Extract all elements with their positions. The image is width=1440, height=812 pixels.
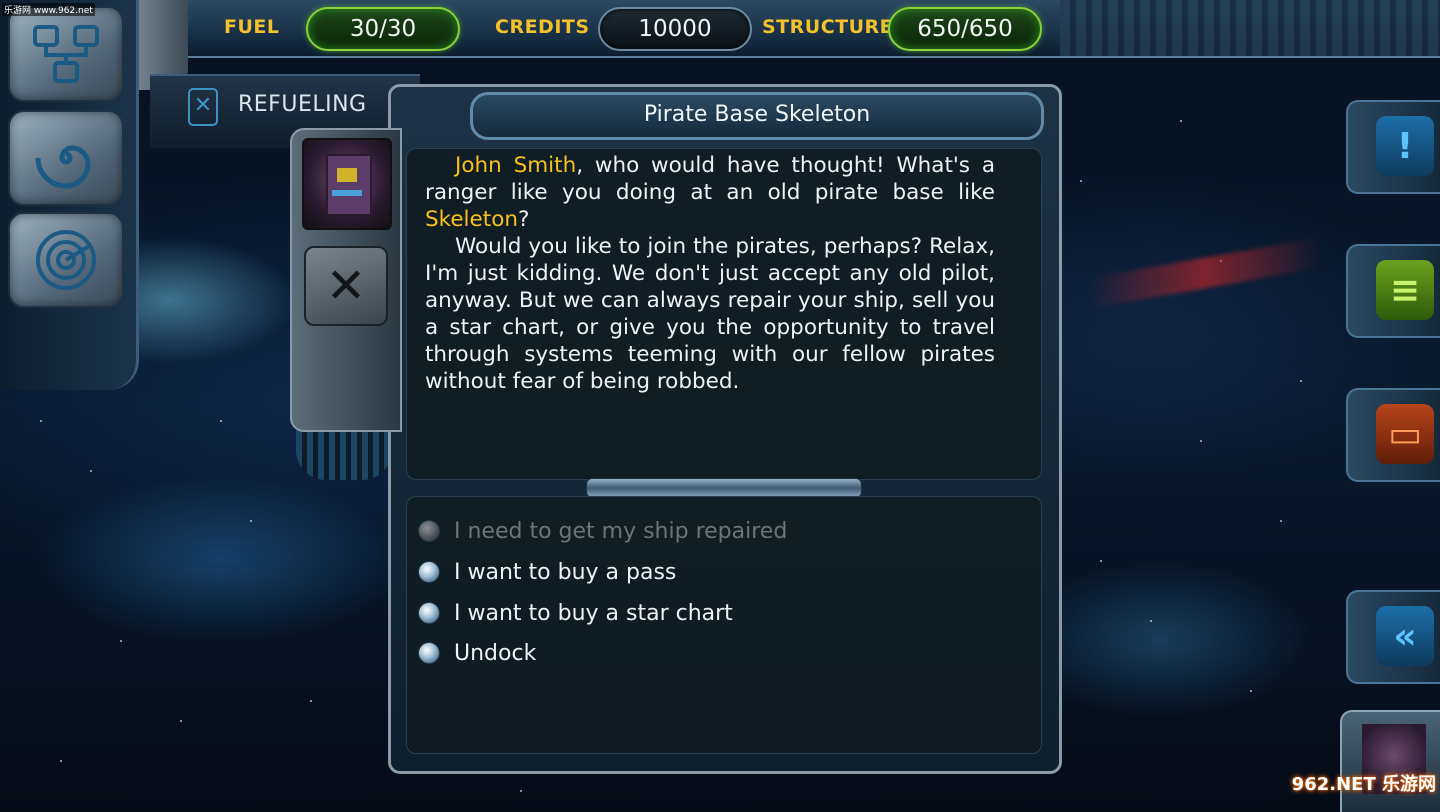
- star: [1080, 180, 1082, 182]
- dialog-para1-end: ?: [517, 207, 530, 232]
- choice-bullet-icon: [418, 602, 440, 624]
- speaker-name: John Smith: [455, 153, 577, 178]
- panel-divider: [586, 478, 862, 498]
- star: [310, 700, 312, 702]
- choice-bullet-icon: [418, 642, 440, 664]
- galaxy-map-button[interactable]: [8, 6, 124, 102]
- star: [1150, 620, 1152, 622]
- choice-undock[interactable]: Undock: [418, 637, 536, 669]
- structure-label: STRUCTURE: [762, 16, 894, 38]
- star: [120, 640, 122, 642]
- star: [180, 720, 182, 722]
- robot-figure: [326, 154, 372, 216]
- choice-buy-pass[interactable]: I want to buy a pass: [418, 556, 676, 588]
- chat-icon: ▭: [1376, 404, 1434, 464]
- hud-pipes-decoration: [1060, 0, 1440, 56]
- choice-bullet-icon: [418, 520, 440, 542]
- watermark-top-left: 乐游网 www.962.net: [2, 3, 95, 16]
- messages-button[interactable]: ▭: [1346, 388, 1440, 482]
- location-tab-label: REFUELING: [238, 92, 367, 117]
- choice-repair-ship: I need to get my ship repaired: [418, 515, 787, 547]
- alert-icon: !: [1376, 116, 1434, 176]
- star: [90, 470, 92, 472]
- back-button[interactable]: «: [1346, 590, 1440, 684]
- close-button[interactable]: ✕: [304, 246, 388, 326]
- choice-label: Undock: [454, 640, 537, 666]
- star: [1250, 690, 1252, 692]
- choice-buy-star-chart[interactable]: I want to buy a star chart: [418, 597, 733, 629]
- star: [250, 520, 252, 522]
- choice-label: I need to get my ship repaired: [454, 518, 788, 544]
- player-ship-button[interactable]: [1340, 710, 1440, 812]
- alerts-button[interactable]: !: [1346, 100, 1440, 194]
- base-name: Skeleton: [425, 207, 518, 232]
- credits-label: CREDITS: [495, 16, 590, 38]
- star: [1280, 520, 1282, 522]
- speaker-portrait: [302, 138, 392, 230]
- dialog-title: Pirate Base Skeleton: [470, 92, 1044, 140]
- star: [220, 420, 222, 422]
- choice-bullet-icon: [418, 561, 440, 583]
- fuel-label: FUEL: [224, 16, 280, 38]
- star: [40, 420, 42, 422]
- credits-value: 10000: [598, 7, 752, 51]
- star: [1100, 560, 1102, 562]
- network-map-icon: [10, 8, 122, 100]
- radar-icon: [10, 214, 122, 306]
- star: [1180, 120, 1182, 122]
- log-icon: ≡: [1376, 260, 1434, 320]
- star: [60, 760, 62, 762]
- star: [1300, 380, 1302, 382]
- vortex-icon: [10, 112, 122, 204]
- log-button[interactable]: ≡: [1346, 244, 1440, 338]
- watermark-bottom-right: 962.NET 乐游网: [1291, 774, 1436, 795]
- fuel-canister-icon: ✕: [188, 88, 218, 126]
- dialog-text: John Smith, who would have thought! What…: [425, 152, 995, 395]
- left-menu-panel: [0, 0, 139, 390]
- hyperspace-button[interactable]: [8, 110, 124, 206]
- choice-label: I want to buy a star chart: [454, 600, 733, 626]
- back-arrows-icon: «: [1376, 606, 1434, 666]
- close-icon: ✕: [325, 258, 367, 314]
- fuel-value: 30/30: [306, 7, 460, 51]
- choice-label: I want to buy a pass: [454, 559, 677, 585]
- dialog-paragraph-1: John Smith, who would have thought! What…: [425, 152, 995, 233]
- dialog-paragraph-2: Would you like to join the pirates, perh…: [425, 234, 995, 394]
- scanner-button[interactable]: [8, 212, 124, 308]
- portrait-column: ✕: [290, 128, 402, 432]
- star: [520, 790, 522, 792]
- star: [1200, 440, 1202, 442]
- structure-value: 650/650: [888, 7, 1042, 51]
